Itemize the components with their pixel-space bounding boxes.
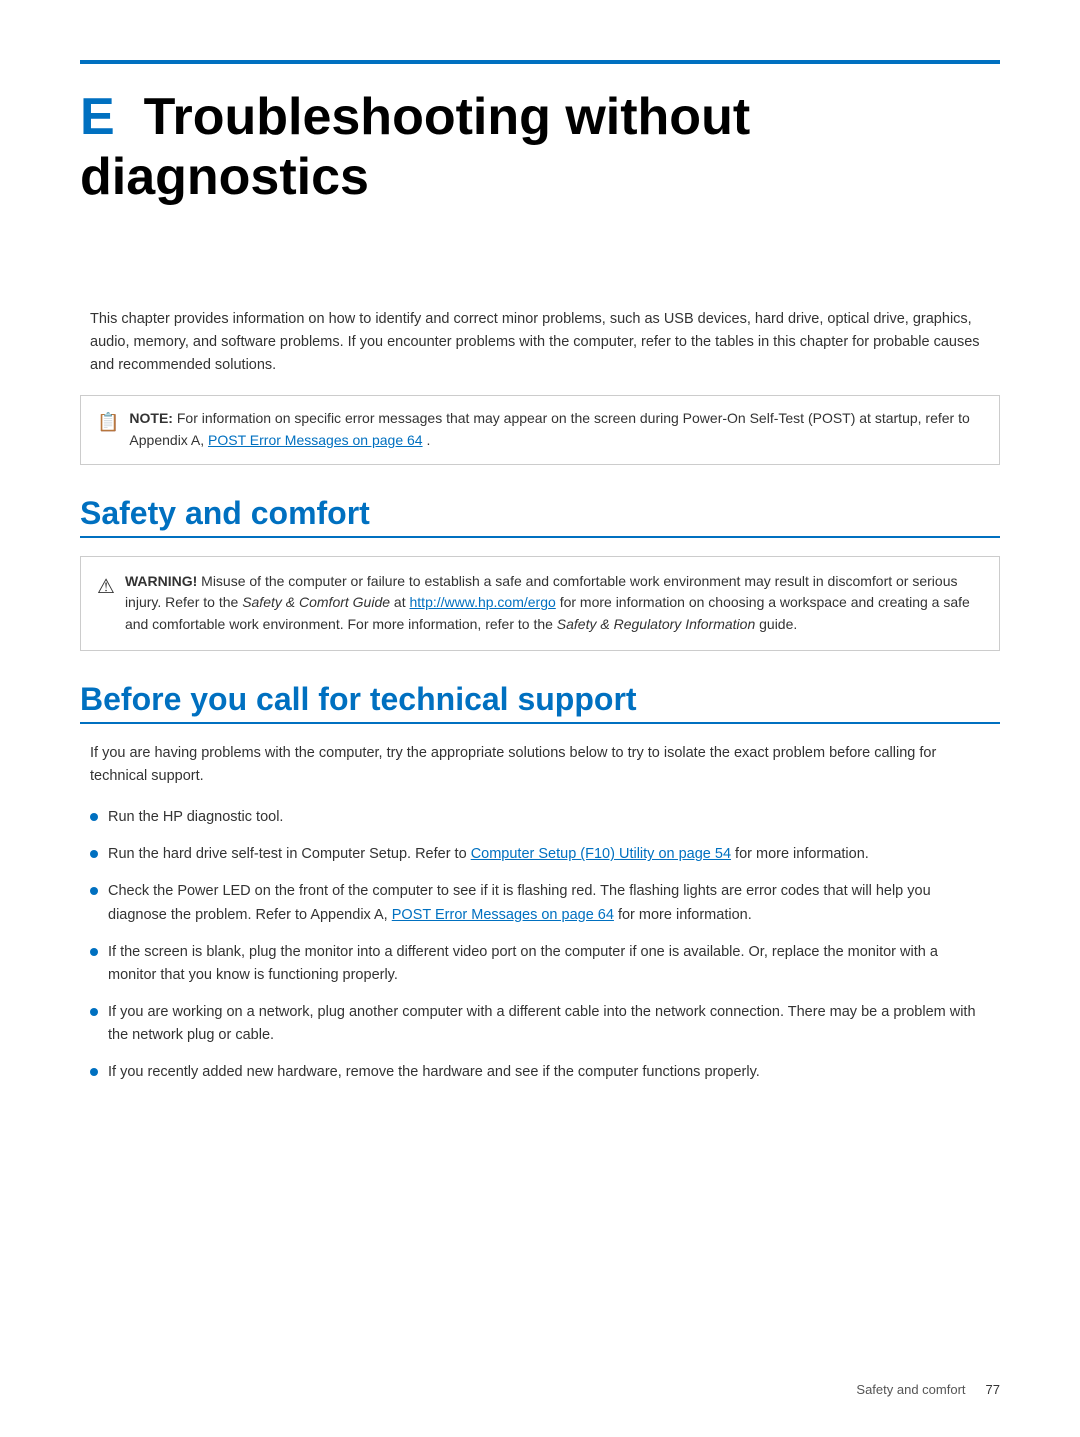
computer-setup-link[interactable]: Computer Setup (F10) Utility on page 54 bbox=[471, 846, 731, 862]
footer-page-number: 77 bbox=[986, 1382, 1000, 1397]
bullet-text-1: Run the HP diagnostic tool. bbox=[108, 806, 283, 829]
intro-paragraph: This chapter provides information on how… bbox=[80, 308, 1000, 378]
bullet-dot bbox=[90, 887, 98, 895]
note-icon: 📋 bbox=[97, 409, 119, 437]
bullet-dot bbox=[90, 850, 98, 858]
section2-title: Before you call for technical support bbox=[80, 681, 1000, 724]
chapter-title-text: Troubleshooting without diagnostics bbox=[80, 88, 750, 206]
bullet-text-6: If you recently added new hardware, remo… bbox=[108, 1061, 760, 1084]
chapter-letter: E bbox=[80, 88, 115, 146]
bullet-dot bbox=[90, 948, 98, 956]
hp-ergo-link[interactable]: http://www.hp.com/ergo bbox=[410, 594, 556, 610]
list-item: If the screen is blank, plug the monitor… bbox=[90, 941, 990, 987]
note-box: 📋 NOTE: For information on specific erro… bbox=[80, 395, 1000, 464]
warning-content: WARNING! Misuse of the computer or failu… bbox=[125, 571, 983, 636]
list-item: If you recently added new hardware, remo… bbox=[90, 1061, 990, 1084]
bullet-dot bbox=[90, 813, 98, 821]
warning-italic1: Safety & Comfort Guide bbox=[242, 594, 390, 610]
warning-text-end: guide. bbox=[759, 616, 797, 632]
note-link-end: . bbox=[426, 432, 430, 448]
top-border bbox=[80, 60, 1000, 64]
list-item: Run the hard drive self-test in Computer… bbox=[90, 843, 990, 866]
bullet-text-3: Check the Power LED on the front of the … bbox=[108, 880, 990, 926]
bullet-text-4: If the screen is blank, plug the monitor… bbox=[108, 941, 990, 987]
warning-box: ⚠ WARNING! Misuse of the computer or fai… bbox=[80, 556, 1000, 651]
bullet-dot bbox=[90, 1068, 98, 1076]
warning-label: WARNING! bbox=[125, 573, 197, 589]
footer-section-label: Safety and comfort bbox=[856, 1382, 965, 1397]
page-footer: Safety and comfort 77 bbox=[856, 1382, 1000, 1397]
chapter-title: E Troubleshooting without diagnostics bbox=[80, 88, 1000, 208]
post-error-link-bullet[interactable]: POST Error Messages on page 64 bbox=[392, 907, 614, 923]
page: E Troubleshooting without diagnostics Th… bbox=[0, 0, 1080, 1437]
warning-italic2: Safety & Regulatory Information bbox=[557, 616, 755, 632]
list-item: Check the Power LED on the front of the … bbox=[90, 880, 990, 926]
bullet-dot bbox=[90, 1008, 98, 1016]
note-content: NOTE: For information on specific error … bbox=[129, 408, 983, 451]
section1-title: Safety and comfort bbox=[80, 495, 1000, 538]
list-item: If you are working on a network, plug an… bbox=[90, 1001, 990, 1047]
warning-text-middle: at bbox=[394, 594, 410, 610]
list-item: Run the HP diagnostic tool. bbox=[90, 806, 990, 829]
bullet-text-2: Run the hard drive self-test in Computer… bbox=[108, 843, 869, 866]
note-label: NOTE: bbox=[129, 410, 173, 426]
bullet-list: Run the HP diagnostic tool. Run the hard… bbox=[80, 806, 1000, 1085]
warning-icon: ⚠ bbox=[97, 572, 115, 603]
section2-intro: If you are having problems with the comp… bbox=[80, 742, 1000, 788]
post-error-link-note[interactable]: POST Error Messages on page 64 bbox=[208, 432, 423, 448]
bullet-text-5: If you are working on a network, plug an… bbox=[108, 1001, 990, 1047]
